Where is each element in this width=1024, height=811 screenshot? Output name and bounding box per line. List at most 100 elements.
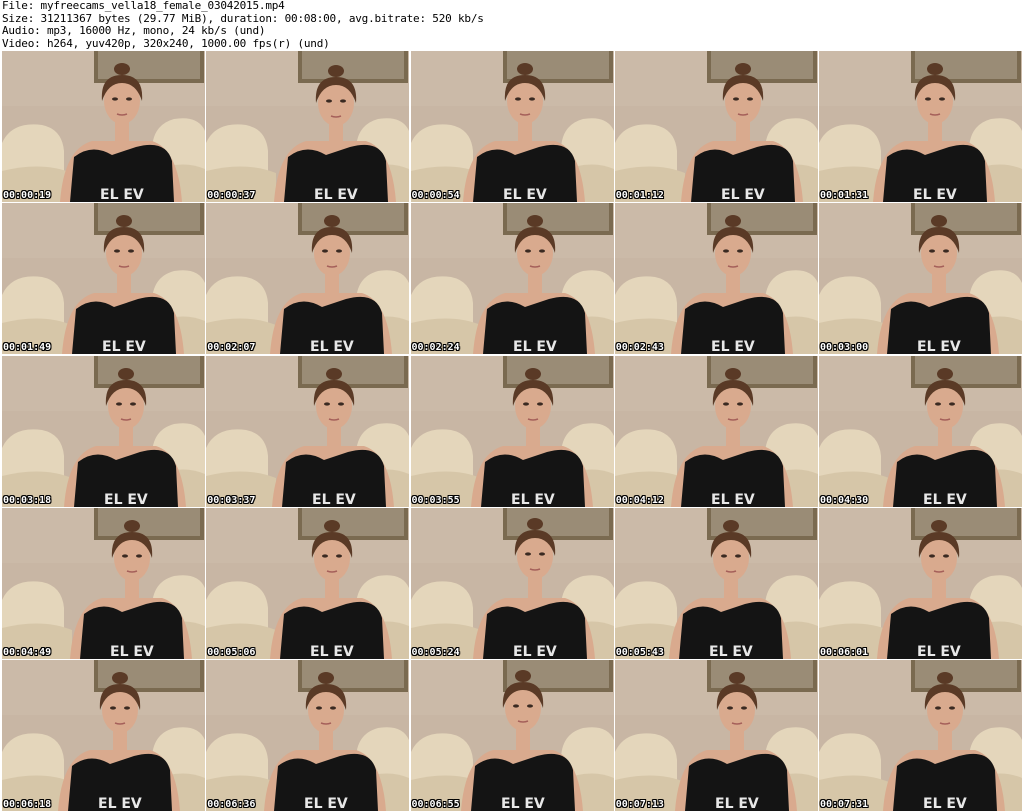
svg-text:EL EV: EL EV [715, 796, 759, 811]
timestamp-label: 00:04:49 [3, 646, 52, 658]
svg-text:EL EV: EL EV [304, 796, 348, 811]
video-frame-image: EL EV [410, 355, 614, 507]
svg-text:EL EV: EL EV [501, 796, 545, 811]
svg-text:EL EV: EL EV [102, 339, 146, 354]
video-frame-image: EL EV [2, 507, 205, 659]
video-frame-image: EL EV [819, 51, 1022, 202]
thumbnail-frame: EL EV 00:07:13 [614, 660, 818, 811]
timestamp-label: 00:05:24 [411, 646, 460, 658]
timestamp-label: 00:05:43 [615, 646, 664, 658]
thumbnail-frame: EL EV 00:03:18 [2, 355, 205, 507]
video-frame-image: EL EV [819, 203, 1022, 355]
video-frame-image: EL EV [206, 203, 410, 355]
svg-text:EL EV: EL EV [513, 339, 557, 354]
thumbnail-frame: EL EV 00:03:37 [206, 355, 410, 507]
video-frame-image: EL EV [614, 507, 818, 659]
thumbnail-frame: EL EV 00:00:19 [2, 51, 205, 202]
video-frame-image: EL EV [410, 51, 614, 202]
video-frame-image: EL EV [819, 355, 1022, 507]
thumbnail-frame: EL EV 00:04:12 [614, 355, 818, 507]
svg-text:EL EV: EL EV [711, 492, 755, 507]
timestamp-label: 00:00:54 [411, 190, 460, 201]
svg-text:EL EV: EL EV [711, 339, 755, 354]
svg-text:EL EV: EL EV [923, 492, 967, 507]
svg-text:EL EV: EL EV [310, 644, 354, 659]
video-frame-image: EL EV [206, 660, 410, 811]
thumbnail-frame: EL EV 00:02:43 [614, 203, 818, 355]
audio-info-line: Audio: mp3, 16000 Hz, mono, 24 kb/s (und… [2, 25, 266, 37]
timestamp-label: 00:06:55 [411, 799, 460, 810]
svg-text:EL EV: EL EV [917, 644, 961, 659]
timestamp-label: 00:06:18 [3, 799, 52, 810]
thumbnail-frame: EL EV 00:05:06 [206, 507, 410, 659]
video-frame-image: EL EV [2, 355, 205, 507]
thumbnail-frame: EL EV 00:06:55 [410, 660, 614, 811]
timestamp-label: 00:01:49 [3, 342, 52, 354]
svg-text:EL EV: EL EV [513, 644, 557, 659]
svg-text:EL EV: EL EV [110, 644, 154, 659]
timestamp-label: 00:03:18 [3, 494, 52, 506]
svg-text:EL EV: EL EV [314, 187, 358, 202]
thumbnail-grid: EL EV 00:00:19 EL EV 00:00:37 EL EV 00:0… [2, 51, 1022, 811]
svg-text:EL EV: EL EV [721, 187, 765, 202]
timestamp-label: 00:00:19 [3, 190, 52, 201]
video-frame-image: EL EV [614, 660, 818, 811]
timestamp-label: 00:02:24 [411, 342, 460, 354]
timestamp-label: 00:06:36 [207, 799, 256, 810]
svg-text:EL EV: EL EV [923, 796, 967, 811]
svg-text:EL EV: EL EV [917, 339, 961, 354]
svg-text:EL EV: EL EV [503, 187, 547, 202]
video-frame-image: EL EV [614, 203, 818, 355]
timestamp-label: 00:02:43 [615, 342, 664, 354]
timestamp-label: 00:05:06 [207, 646, 256, 658]
video-frame-image: EL EV [2, 51, 205, 202]
thumbnail-frame: EL EV 00:03:00 [819, 203, 1022, 355]
video-frame-image: EL EV [206, 507, 410, 659]
thumbnail-frame: EL EV 00:05:24 [410, 507, 614, 659]
thumbnail-frame: EL EV 00:06:18 [2, 660, 205, 811]
video-frame-image: EL EV [206, 355, 410, 507]
svg-text:EL EV: EL EV [511, 492, 555, 507]
svg-text:EL EV: EL EV [709, 644, 753, 659]
timestamp-label: 00:03:00 [820, 342, 869, 354]
video-frame-image: EL EV [819, 507, 1022, 659]
video-frame-image: EL EV [2, 660, 205, 811]
thumbnail-frame: EL EV 00:06:36 [206, 660, 410, 811]
thumbnail-frame: EL EV 00:01:12 [614, 51, 818, 202]
thumbnail-frame: EL EV 00:00:54 [410, 51, 614, 202]
file-info-header: File: myfreecams_vella18_female_03042015… [2, 0, 1022, 50]
thumbnail-frame: EL EV 00:02:07 [206, 203, 410, 355]
svg-text:EL EV: EL EV [310, 339, 354, 354]
file-name-line: File: myfreecams_vella18_female_03042015… [2, 0, 285, 12]
timestamp-label: 00:01:12 [615, 190, 664, 201]
timestamp-label: 00:03:55 [411, 494, 460, 506]
video-frame-image: EL EV [410, 203, 614, 355]
thumbnail-frame: EL EV 00:04:49 [2, 507, 205, 659]
video-frame-image: EL EV [2, 203, 205, 355]
timestamp-label: 00:01:31 [820, 190, 869, 201]
thumbnail-frame: EL EV 00:06:01 [819, 507, 1022, 659]
thumbnail-frame: EL EV 00:01:31 [819, 51, 1022, 202]
timestamp-label: 00:02:07 [207, 342, 256, 354]
video-frame-image: EL EV [614, 355, 818, 507]
video-frame-image: EL EV [410, 507, 614, 659]
video-info-line: Video: h264, yuv420p, 320x240, 1000.00 f… [2, 37, 330, 50]
thumbnail-frame: EL EV 00:02:24 [410, 203, 614, 355]
timestamp-label: 00:07:13 [615, 799, 664, 810]
video-frame-image: EL EV [819, 660, 1022, 811]
svg-text:EL EV: EL EV [913, 187, 957, 202]
svg-text:EL EV: EL EV [104, 492, 148, 507]
thumbnail-frame: EL EV 00:01:49 [2, 203, 205, 355]
video-frame-image: EL EV [206, 51, 410, 202]
file-size-line: Size: 31211367 bytes (29.77 MiB), durati… [2, 12, 484, 25]
thumbnail-frame: EL EV 00:03:55 [410, 355, 614, 507]
timestamp-label: 00:06:01 [820, 646, 869, 658]
svg-text:EL EV: EL EV [312, 492, 356, 507]
thumbnail-frame: EL EV 00:00:37 [206, 51, 410, 202]
timestamp-label: 00:04:30 [820, 494, 869, 506]
video-frame-image: EL EV [614, 51, 818, 202]
thumbnail-frame: EL EV 00:07:31 [819, 660, 1022, 811]
thumbnail-frame: EL EV 00:05:43 [614, 507, 818, 659]
svg-text:EL EV: EL EV [100, 187, 144, 202]
video-frame-image: EL EV [410, 660, 614, 811]
